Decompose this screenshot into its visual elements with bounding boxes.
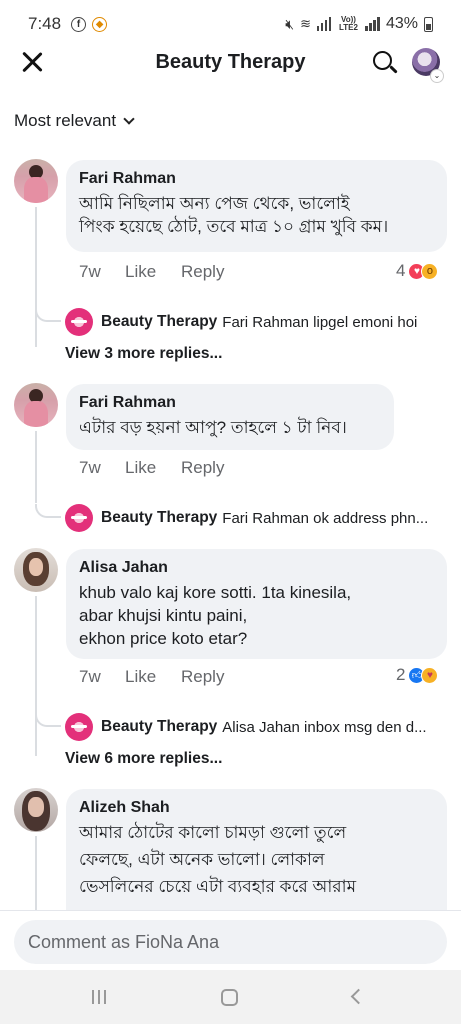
battery-percent: 43% (385, 15, 418, 32)
reply-author[interactable]: Beauty Therapy (101, 718, 217, 736)
battery-icon (424, 16, 433, 32)
reply-text: Alisa Jahan inbox msg den d... (222, 718, 427, 736)
avatar[interactable] (14, 788, 58, 832)
reply-preview[interactable]: Beauty Therapy Alisa Jahan inbox msg den… (65, 713, 427, 741)
comment-bubble[interactable]: Alizeh Shah আমার ঠোটের কালো চামড়া গুলো … (66, 789, 447, 929)
reply-preview[interactable]: Beauty Therapy Fari Rahman lipgel emoni … (65, 308, 417, 336)
thread-line (35, 207, 37, 347)
signal-icon-2 (365, 17, 380, 31)
view-more-replies[interactable]: View 6 more replies... (65, 750, 222, 768)
search-icon[interactable] (372, 50, 398, 76)
comment-text-line: আমি নিছিলাম অন্য পেজ থেকে, ভালোই (79, 194, 350, 213)
thread-line (35, 431, 37, 503)
app-notification-icon: ◆ (92, 16, 108, 32)
comment-actions: 7w Like Reply (79, 262, 224, 282)
reply-button[interactable]: Reply (181, 262, 224, 282)
status-time: 7:48 (28, 14, 62, 33)
reply-connector (35, 504, 61, 518)
reaction-count: 4 (396, 261, 406, 280)
comment-author[interactable]: Fari Rahman (79, 169, 433, 189)
reply-text: Fari Rahman lipgel emoni hoi (222, 313, 418, 331)
comment-author[interactable]: Alizeh Shah (79, 798, 433, 818)
comment-time: 7w (79, 458, 101, 477)
comment-text-line: পিংক হয়েছে ঠোট, তবে মাত্র ১০ গ্রাম খুবি… (79, 217, 389, 236)
comment-bubble[interactable]: Fari Rahman এটার বড় হয়না আপু? তাহলে ১ … (66, 384, 394, 450)
system-nav-bar (0, 970, 461, 1024)
chevron-down-icon[interactable]: ⌄ (431, 70, 443, 82)
comment-text-line: ফেলছে, এটা অনেক ভালো। লোকাল (79, 850, 325, 869)
header: Beauty Therapy ⌄ (0, 46, 461, 82)
chevron-down-icon (123, 113, 135, 125)
reply-connector (35, 308, 61, 322)
reply-button[interactable]: Reply (181, 458, 224, 478)
reply-preview[interactable]: Beauty Therapy Fari Rahman ok address ph… (65, 504, 428, 532)
comment-author[interactable]: Alisa Jahan (79, 558, 433, 578)
comment-input[interactable] (14, 920, 447, 964)
page-avatar (65, 504, 93, 532)
thread-line (35, 596, 37, 756)
mute-icon: 🔇︎ (285, 15, 295, 32)
avatar[interactable] (14, 159, 58, 203)
view-more-replies[interactable]: View 3 more replies... (65, 345, 222, 363)
sort-dropdown[interactable]: Most relevant (14, 111, 135, 131)
avatar[interactable] (14, 383, 58, 427)
comment-text-line: khub valo kaj kore sotti. 1ta kinesila, (79, 583, 352, 602)
like-button[interactable]: Like (125, 667, 181, 687)
lte-indicator: Vo)) LTE2 (338, 15, 358, 32)
comment-text-line: abar khujsi kintu paini, (79, 606, 248, 625)
comment-time: 7w (79, 667, 101, 686)
reaction-count: 2 (396, 665, 406, 684)
reply-text: Fari Rahman ok address phn... (222, 509, 429, 527)
comment-text-line: ভেসলিনের চেয়ে এটা ব্যবহার করে আরাম (79, 877, 357, 896)
reaction-summary[interactable]: 4 ♥ o (396, 261, 439, 281)
page-avatar (65, 308, 93, 336)
comment-bubble[interactable]: Alisa Jahan khub valo kaj kore sotti. 1t… (66, 549, 447, 659)
comment-text-line: ekhon price koto etar? (79, 629, 248, 648)
comment-actions: 7w Like Reply (79, 667, 224, 687)
wifi-icon: ≋ (300, 16, 311, 31)
care-reaction-icon: ♥ (421, 666, 439, 684)
thread-line (35, 836, 37, 910)
comment-text-line: এটার বড় হয়না আপু? তাহলে ১ টা নিব। (79, 418, 347, 437)
comment-time: 7w (79, 262, 101, 281)
comment-text-line: আমার ঠোটের কালো চামড়া গুলো তুলে (79, 823, 347, 842)
back-icon[interactable] (350, 988, 367, 1005)
facebook-notification-icon: f (71, 16, 87, 32)
home-icon[interactable] (221, 989, 238, 1006)
recents-icon[interactable] (92, 990, 106, 1004)
reply-connector (35, 713, 61, 727)
comment-bar (0, 910, 461, 970)
comment-actions: 7w Like Reply (79, 458, 224, 478)
reply-author[interactable]: Beauty Therapy (101, 509, 217, 527)
avatar[interactable] (14, 548, 58, 592)
page-avatar (65, 713, 93, 741)
reply-button[interactable]: Reply (181, 667, 224, 687)
comment-bubble[interactable]: Fari Rahman আমি নিছিলাম অন্য পেজ থেকে, ভ… (66, 160, 447, 252)
comment-author[interactable]: Fari Rahman (79, 393, 380, 413)
like-button[interactable]: Like (125, 262, 181, 282)
reply-author[interactable]: Beauty Therapy (101, 313, 217, 331)
status-bar: 7:48 f ◆ 🔇︎ ≋ Vo)) LTE2 43% (0, 0, 461, 48)
sort-label: Most relevant (14, 111, 117, 130)
wow-reaction-icon: o (421, 262, 439, 280)
like-button[interactable]: Like (125, 458, 181, 478)
reaction-summary[interactable]: 2 👍︎ ♥ (396, 665, 439, 685)
signal-icon (316, 17, 332, 31)
